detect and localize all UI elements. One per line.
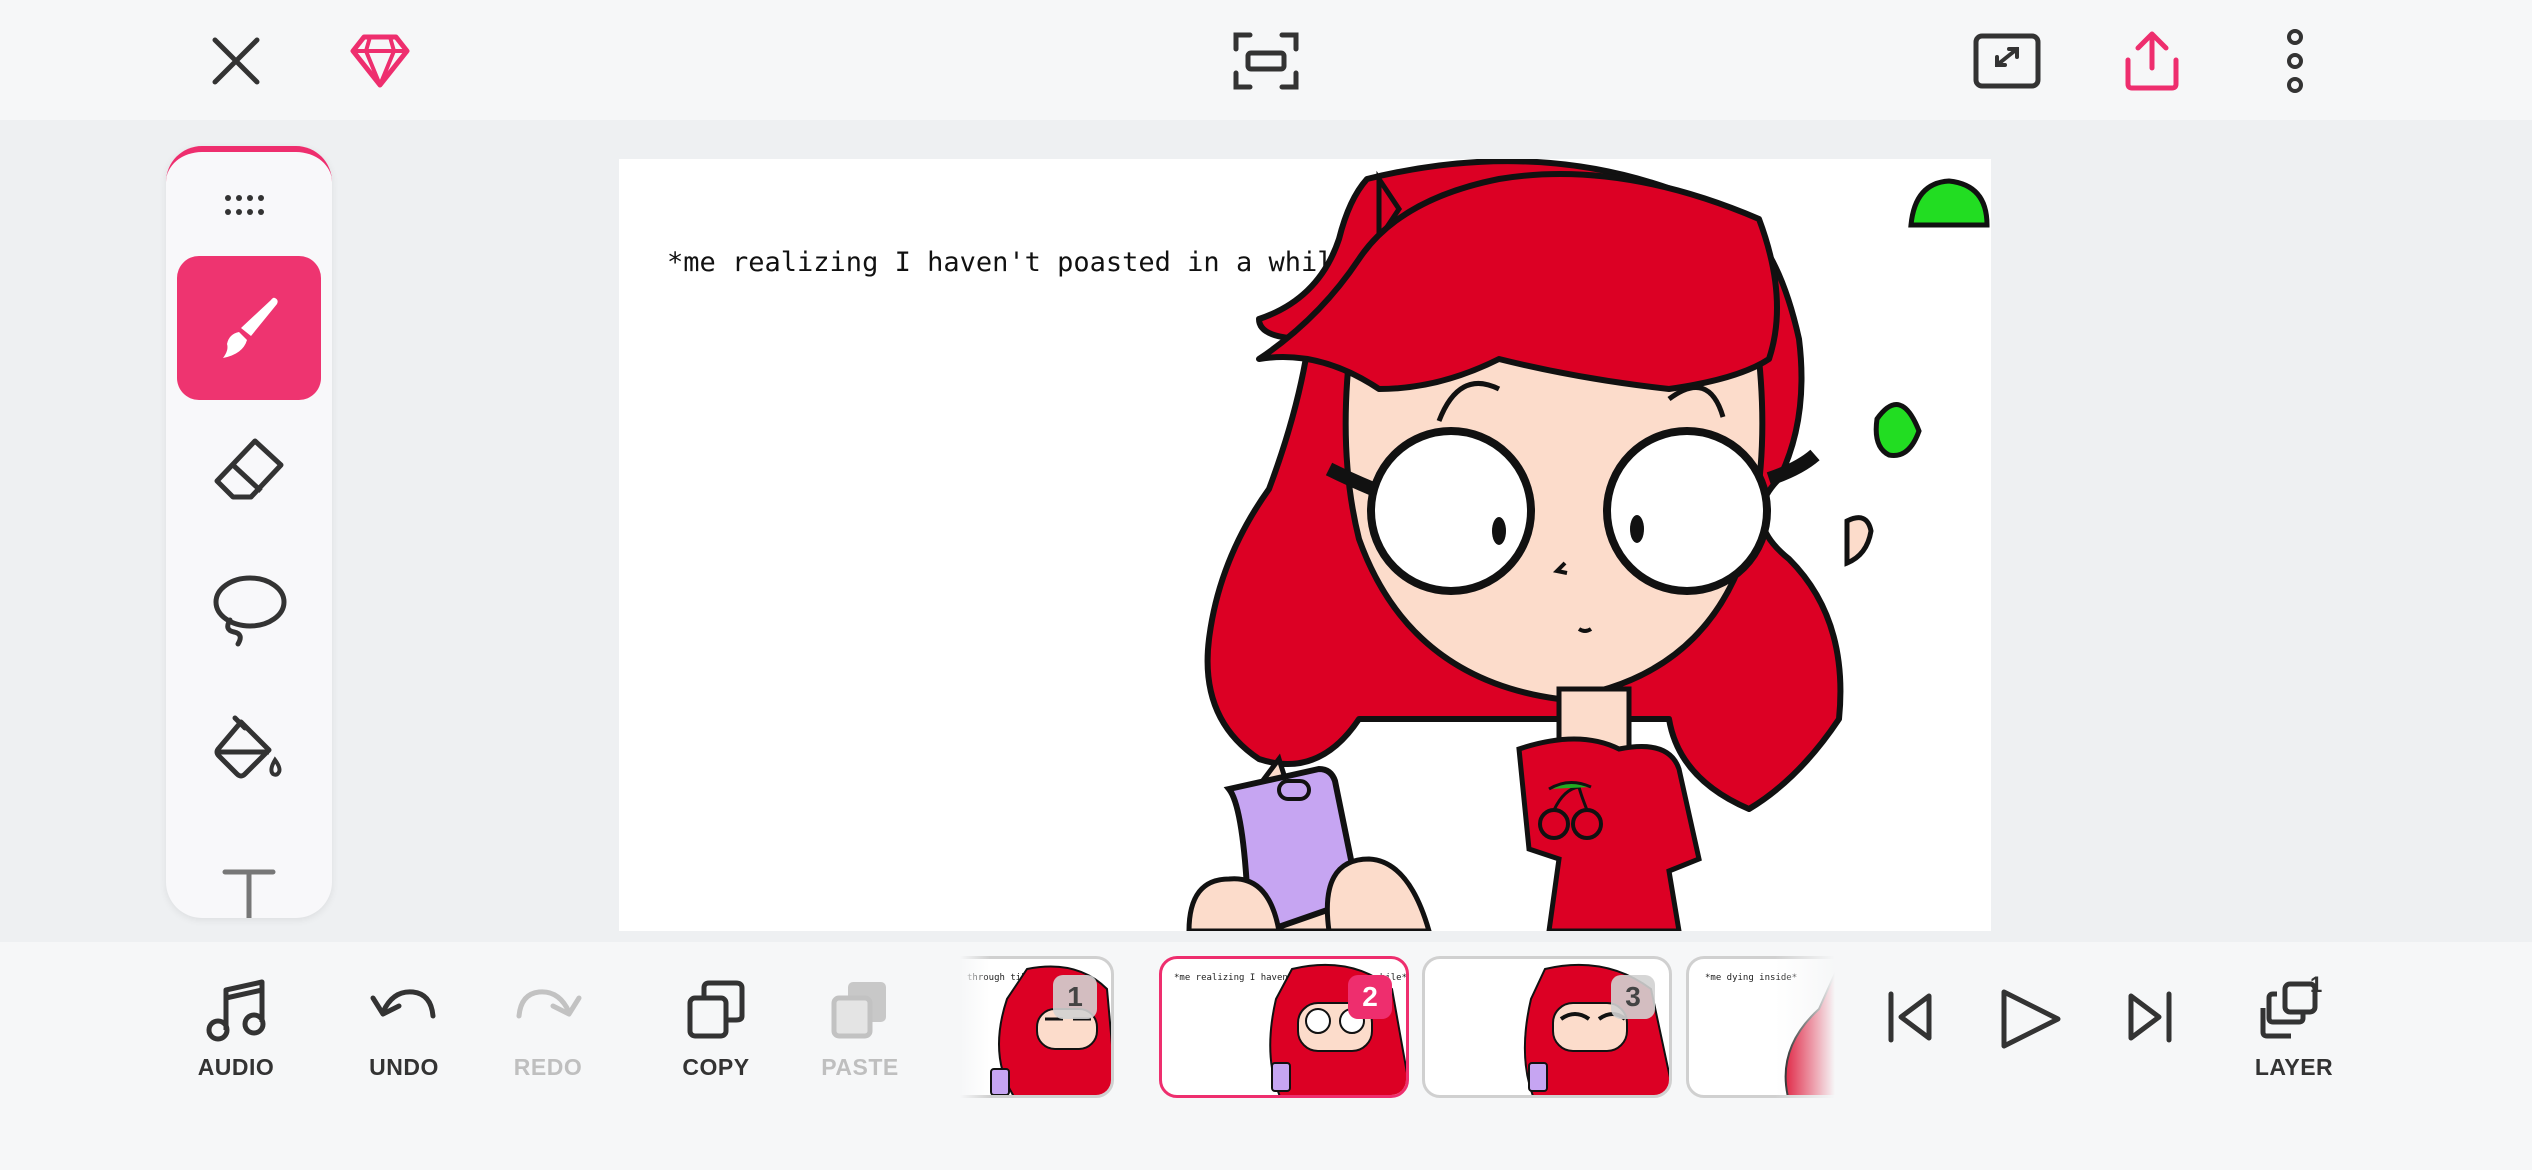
frame-number-badge: 2 <box>1348 975 1392 1019</box>
grip-dots-icon <box>225 195 264 215</box>
fullscreen-button[interactable] <box>1970 30 2044 92</box>
paste-icon <box>831 982 886 1039</box>
fullscreen-icon <box>1973 33 2041 89</box>
drag-handle[interactable] <box>224 194 274 224</box>
undo-button[interactable]: UNDO <box>344 978 464 1081</box>
brush-tool[interactable] <box>177 256 321 400</box>
eraser-icon <box>214 438 284 500</box>
character-drawing <box>1186 159 1990 931</box>
frame-number-badge: 1 <box>1053 975 1097 1019</box>
frame-strip-fade-left <box>960 956 990 1101</box>
lasso-tool[interactable] <box>177 538 321 682</box>
copy-icon <box>687 980 745 1039</box>
top-toolbar <box>0 0 2532 120</box>
audio-label: AUDIO <box>197 1054 275 1080</box>
share-icon <box>2125 31 2179 91</box>
copy-label: COPY <box>682 1054 750 1080</box>
copy-button[interactable]: COPY <box>656 978 776 1081</box>
undo-icon <box>370 989 436 1019</box>
paste-button[interactable]: PASTE <box>800 978 920 1081</box>
skip-back-icon <box>1888 991 1932 1043</box>
frame-thumbnail-3[interactable]: 3 <box>1422 956 1672 1098</box>
layer-button[interactable]: LAYER <box>2234 978 2354 1081</box>
brush-icon <box>223 297 278 358</box>
close-icon <box>212 37 260 85</box>
music-note-icon <box>206 979 266 1042</box>
fill-tool[interactable] <box>177 680 321 824</box>
lasso-icon <box>213 575 287 647</box>
close-button[interactable] <box>200 28 272 94</box>
more-options-button[interactable] <box>2272 26 2318 96</box>
first-frame-button[interactable] <box>1850 990 1970 1044</box>
frame-thumbnail-2[interactable]: *me realizing I haven't poasted in a whi… <box>1159 956 1409 1098</box>
tool-panel <box>166 146 332 918</box>
layer-label: LAYER <box>2254 1054 2334 1080</box>
fit-screen-button[interactable] <box>1228 28 1304 94</box>
frame-strip[interactable]: through tiktok* 1 *me realizing I haven'… <box>960 956 1835 1101</box>
paste-label: PASTE <box>821 1054 899 1080</box>
redo-icon <box>516 989 582 1019</box>
undo-label: UNDO <box>369 1054 439 1080</box>
redo-label: REDO <box>513 1054 583 1080</box>
text-tool[interactable] <box>177 822 321 918</box>
audio-button[interactable]: AUDIO <box>176 978 296 1081</box>
text-icon <box>222 869 276 918</box>
redo-button[interactable]: REDO <box>488 978 608 1081</box>
more-vertical-icon <box>2287 29 2303 93</box>
fill-bucket-icon <box>214 715 282 779</box>
layer-count-badge: 1 <box>2310 972 2323 997</box>
play-button[interactable] <box>1970 988 2090 1050</box>
premium-button[interactable] <box>344 28 416 94</box>
skip-forward-icon <box>2128 991 2172 1043</box>
frame-number-badge: 3 <box>1611 975 1655 1019</box>
frame-strip-fade-right <box>1775 956 1835 1101</box>
drawing-canvas[interactable]: *me realizing I haven't poasted in a whi… <box>619 159 1991 931</box>
share-button[interactable] <box>2116 26 2188 96</box>
diamond-icon <box>350 34 410 88</box>
play-icon <box>2001 989 2061 1049</box>
fit-screen-icon <box>1233 32 1299 90</box>
eraser-tool[interactable] <box>177 398 321 542</box>
last-frame-button[interactable] <box>2090 990 2210 1044</box>
